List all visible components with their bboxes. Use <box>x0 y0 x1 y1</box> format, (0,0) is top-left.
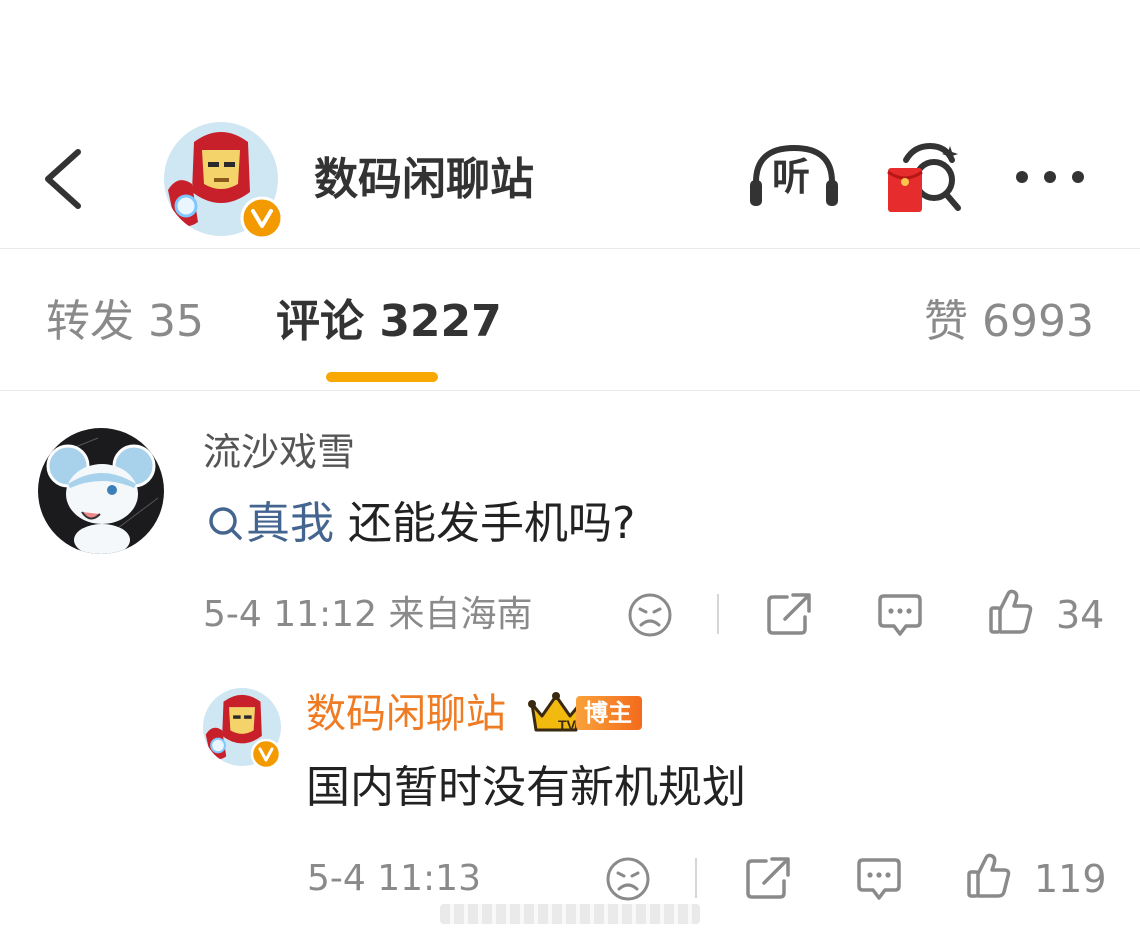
like-thumb-icon[interactable] <box>966 852 1012 900</box>
share-icon[interactable] <box>765 591 813 637</box>
tabs-divider <box>0 390 1140 391</box>
chevron-left-icon <box>45 149 81 209</box>
search-icon <box>209 507 242 540</box>
back-button[interactable] <box>40 148 90 210</box>
like-count: 34 <box>1056 593 1105 637</box>
comment-meta: 5-4 11:12 来自海南 <box>203 590 532 640</box>
comment-icon[interactable] <box>855 856 903 902</box>
share-icon[interactable] <box>744 855 792 901</box>
blogger-badge: 博主 <box>576 696 642 730</box>
verified-badge-icon <box>250 738 282 770</box>
dislike-emoji-icon[interactable] <box>605 856 651 902</box>
listen-button[interactable]: 听 <box>748 142 840 214</box>
reply-like-count: 119 <box>1034 857 1107 901</box>
header-title: 数码闲聊站 <box>314 154 534 205</box>
reply-text: 国内暂时没有新机规划 <box>306 762 746 813</box>
red-packet-search-icon <box>887 142 961 212</box>
tab-comments[interactable]: 评论 3227 <box>276 292 502 352</box>
topic-link[interactable]: 真我 <box>206 498 334 549</box>
verified-badge-icon <box>240 196 284 240</box>
dislike-emoji-icon[interactable] <box>627 592 673 638</box>
action-separator <box>717 594 719 634</box>
cartoon-mouse-avatar-image <box>38 428 164 554</box>
comment-location: 来自海南 <box>388 594 533 635</box>
commenter-avatar[interactable] <box>38 428 164 554</box>
topic-label: 真我 <box>246 498 334 549</box>
crown-letters: TV <box>558 717 577 733</box>
tab-likes[interactable]: 赞 6993 <box>924 292 1094 352</box>
comment-text: 真我 还能发手机吗? <box>206 494 635 554</box>
like-thumb-icon[interactable] <box>988 588 1034 636</box>
comment-icon[interactable] <box>876 592 924 638</box>
action-separator <box>695 858 697 898</box>
commenter-name[interactable]: 流沙戏雪 <box>203 426 355 478</box>
more-dots-icon <box>1016 171 1084 183</box>
red-packet-search-button[interactable] <box>884 140 964 216</box>
tab-reposts[interactable]: 转发 35 <box>46 292 204 352</box>
comment-body: 还能发手机吗? <box>348 498 636 549</box>
reply-time: 5-4 11:13 <box>307 858 481 899</box>
header-divider <box>0 248 1140 249</box>
reply-author-name[interactable]: 数码闲聊站 <box>306 688 506 740</box>
listen-label: 听 <box>772 155 811 199</box>
more-button[interactable] <box>1012 162 1092 192</box>
active-tab-indicator <box>326 372 438 382</box>
watermark-strip <box>440 904 700 924</box>
comment-time: 5-4 11:12 <box>203 594 377 635</box>
